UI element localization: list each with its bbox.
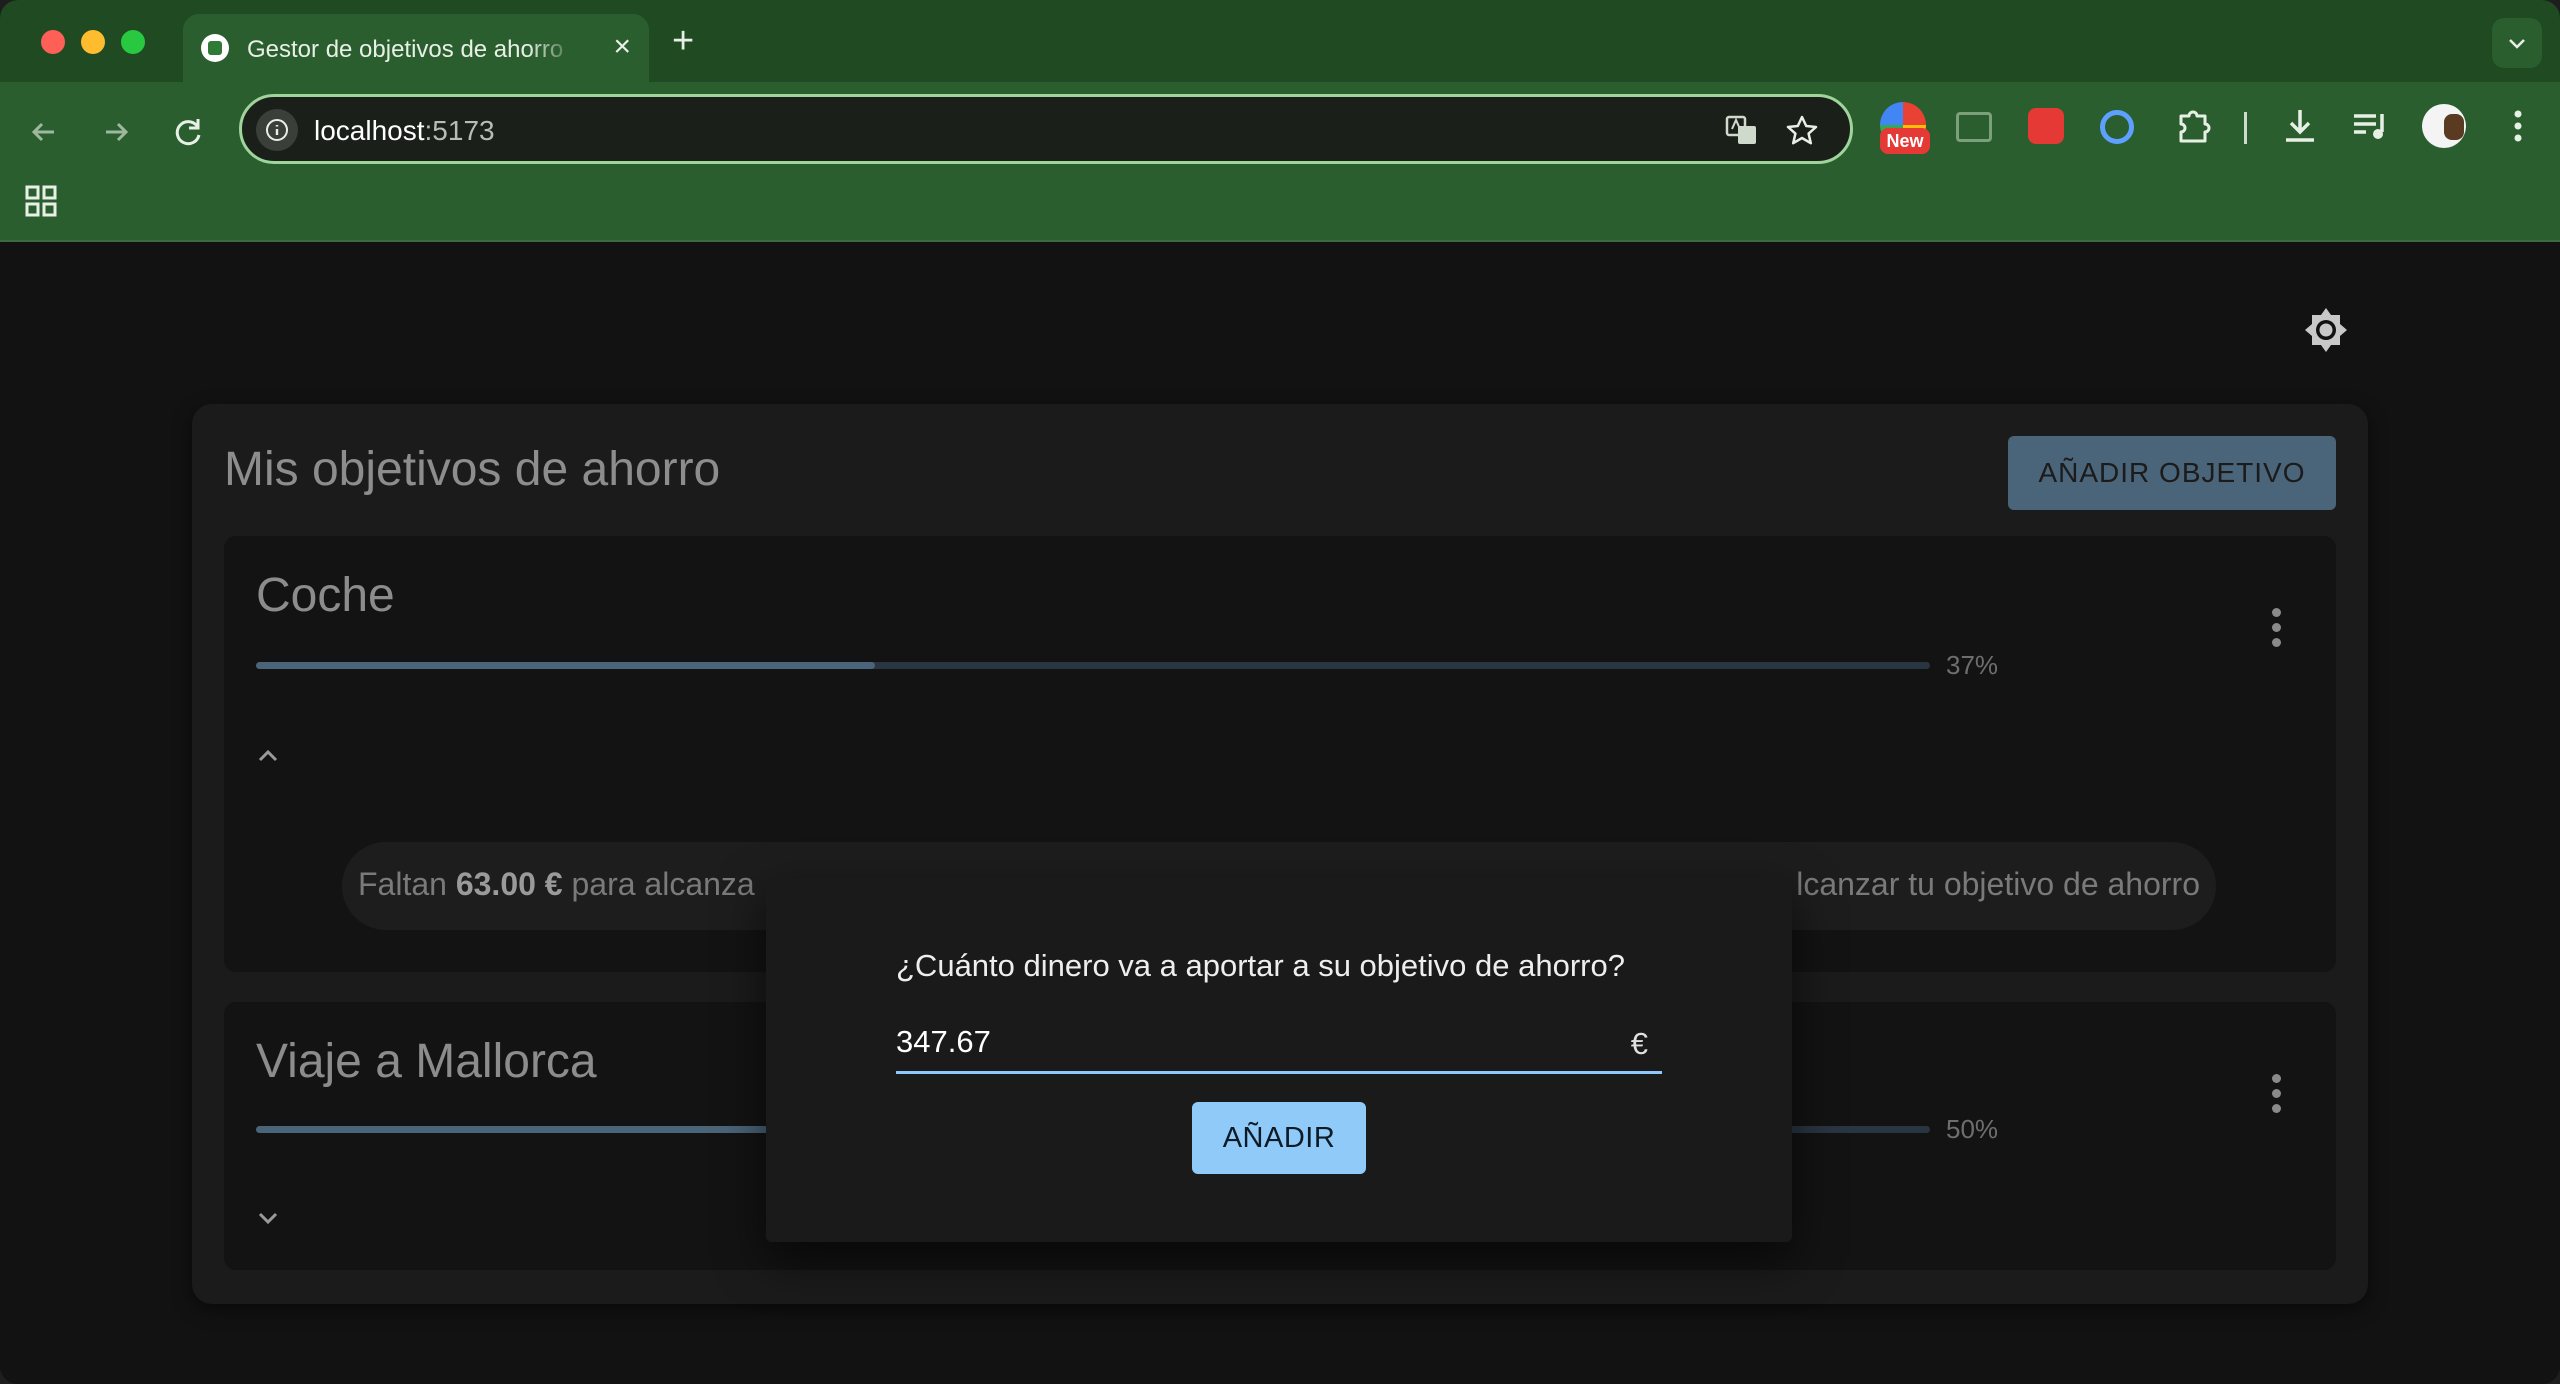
page-title: Mis objetivos de ahorro: [224, 443, 721, 496]
tab-search-button[interactable]: [2492, 18, 2542, 68]
favicon-icon: [201, 34, 229, 62]
dialog-question: ¿Cuánto dinero va a aportar a su objetiv…: [896, 948, 1625, 983]
new-badge: New: [1880, 128, 1930, 154]
minimize-window-button[interactable]: [81, 30, 105, 54]
translate-icon[interactable]: [1724, 113, 1760, 154]
remaining-text-left: Faltan 63.00 € para alcanza: [358, 866, 755, 902]
extensions-puzzle-icon[interactable]: [2172, 104, 2216, 148]
remaining-amount: 63.00 €: [455, 866, 563, 902]
brightness-icon: [2305, 308, 2347, 352]
progress-percent: 50%: [1946, 1114, 1999, 1144]
url-port: :5173: [424, 115, 495, 146]
browser-tab[interactable]: Gestor de objetivos de ahorro ×: [183, 14, 649, 82]
maximize-window-button[interactable]: [121, 30, 145, 54]
tab-close-icon[interactable]: ×: [613, 32, 631, 62]
progress-fill: [256, 662, 876, 669]
progress-percent: 37%: [1946, 650, 1999, 680]
add-contribution-button[interactable]: AÑADIR: [1192, 1102, 1366, 1174]
theme-toggle-button[interactable]: [2302, 306, 2350, 354]
chevron-down-icon: [258, 1212, 278, 1225]
forward-button[interactable]: [96, 112, 136, 152]
goal-name: Viaje a Mallorca: [256, 1035, 597, 1088]
goal-menu-button[interactable]: [2272, 1074, 2284, 1114]
extension-blue-ring-icon[interactable]: [2100, 110, 2134, 144]
extension-red-icon[interactable]: [2028, 108, 2064, 144]
browser-menu-button[interactable]: [2496, 104, 2540, 148]
remaining-text-right: lcanzar tu objetivo de ahorro: [1796, 866, 2200, 902]
amount-field: €: [896, 1012, 1662, 1074]
screen-capture-icon[interactable]: [1956, 112, 1992, 142]
back-button[interactable]: [24, 112, 64, 152]
collapse-button[interactable]: [248, 736, 288, 776]
goal-name: Coche: [256, 569, 395, 622]
toolbar-divider: [2244, 112, 2247, 144]
url-host: localhost: [314, 115, 425, 146]
page-content: Mis objetivos de ahorro AÑADIR OBJETIVO …: [0, 244, 2560, 1384]
apps-grid-icon[interactable]: [24, 184, 58, 218]
contribution-dialog: ¿Cuánto dinero va a aportar a su objetiv…: [766, 878, 1792, 1242]
more-vertical-icon: [2514, 110, 2522, 142]
tab-bar: Gestor de objetivos de ahorro × +: [0, 0, 2560, 82]
goal-menu-button[interactable]: [2272, 608, 2284, 648]
download-icon[interactable]: [2278, 104, 2322, 148]
currency-suffix: €: [1630, 1026, 1648, 1061]
address-bar[interactable]: localhost:5173: [239, 94, 1853, 164]
profile-avatar[interactable]: [2422, 104, 2466, 148]
amount-input[interactable]: [896, 1022, 1576, 1062]
browser-toolbar: localhost:5173 New: [0, 82, 2560, 242]
add-goal-button[interactable]: AÑADIR OBJETIVO: [2008, 436, 2336, 510]
arrow-left-icon: [31, 122, 54, 142]
media-control-icon[interactable]: [2348, 104, 2392, 148]
new-tab-button[interactable]: +: [672, 22, 694, 60]
browser-window: Gestor de objetivos de ahorro × + localh…: [0, 0, 2560, 1384]
reload-icon: [175, 119, 201, 146]
tab-title: Gestor de objetivos de ahorro: [247, 36, 564, 63]
bookmark-star-icon[interactable]: [1784, 113, 1820, 154]
close-window-button[interactable]: [41, 30, 65, 54]
progress-track: [256, 662, 1930, 669]
reload-button[interactable]: [168, 112, 208, 152]
arrow-right-icon: [106, 122, 129, 142]
expand-button[interactable]: [248, 1198, 288, 1238]
chevron-down-icon: [2509, 39, 2525, 49]
chevron-up-icon: [258, 749, 278, 762]
site-info-icon[interactable]: [256, 109, 298, 151]
url-text: localhost:5173: [314, 115, 495, 147]
